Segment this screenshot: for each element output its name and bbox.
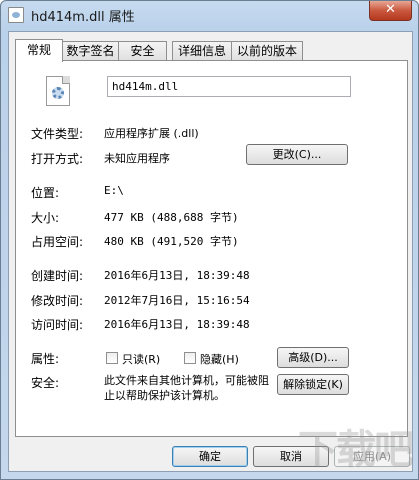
location-value: E:\ <box>104 184 124 197</box>
size-on-disk-label: 占用空间: <box>31 235 84 249</box>
tab-details[interactable]: 详细信息 <box>172 41 232 61</box>
tab-digital-signatures[interactable]: 数字签名 <box>62 41 119 61</box>
attributes-label: 属性: <box>31 352 60 366</box>
close-button[interactable]: ✕ <box>369 1 412 21</box>
security-warning-text: 此文件来自其他计算机，可能被阻止以帮助保护该计算机。 <box>104 374 269 402</box>
size-label: 大小: <box>31 211 60 225</box>
created-label: 创建时间: <box>31 269 84 283</box>
tab-previous-versions[interactable]: 以前的版本 <box>231 41 303 61</box>
created-value: 2016年6月13日, 18:39:48 <box>104 269 250 282</box>
change-button[interactable]: 更改(C)... <box>246 144 348 165</box>
apply-button[interactable]: 应用(A) <box>334 446 410 467</box>
ok-button[interactable]: 确定 <box>172 446 248 467</box>
title-bar[interactable]: hd414m.dll 属性 ✕ <box>1 1 418 29</box>
cancel-button[interactable]: 取消 <box>253 446 329 467</box>
general-tab-panel: hd414m.dll 文件类型: 应用程序扩展 (.dll) 打开方式: 未知应… <box>15 60 408 437</box>
file-type-label: 文件类型: <box>31 127 84 141</box>
size-value: 477 KB (488,688 字节) <box>104 211 239 224</box>
readonly-label[interactable]: 只读(R) <box>122 351 160 367</box>
location-label: 位置: <box>31 186 60 200</box>
tab-security[interactable]: 安全 <box>118 41 167 61</box>
divider <box>31 254 353 255</box>
divider <box>31 338 353 339</box>
divider <box>31 111 353 112</box>
hidden-label[interactable]: 隐藏(H) <box>200 351 239 367</box>
readonly-checkbox[interactable] <box>106 352 118 364</box>
properties-window: hd414m.dll 属性 ✕ 常规 数字签名 安全 详细信息 以前的版本 hd… <box>0 0 419 480</box>
file-type-value: 应用程序扩展 (.dll) <box>104 127 199 140</box>
open-with-value: 未知应用程序 <box>104 152 170 165</box>
gear-icon <box>52 87 64 99</box>
advanced-button[interactable]: 高级(D)... <box>277 347 349 368</box>
modified-label: 修改时间: <box>31 294 84 308</box>
accessed-value: 2016年6月13日, 18:39:48 <box>104 318 250 331</box>
accessed-label: 访问时间: <box>31 318 84 332</box>
hidden-checkbox[interactable] <box>184 352 196 364</box>
dialog-client-area: 常规 数字签名 安全 详细信息 以前的版本 hd414m.dll 文件类型: 应… <box>8 31 413 472</box>
modified-value: 2012年7月16日, 15:16:54 <box>104 294 250 307</box>
divider <box>31 172 353 173</box>
open-with-label: 打开方式: <box>31 152 84 166</box>
unblock-button[interactable]: 解除锁定(K) <box>277 374 349 395</box>
window-title: hd414m.dll 属性 <box>31 10 135 25</box>
dll-file-icon <box>46 76 70 106</box>
dll-file-icon <box>8 7 24 23</box>
security-label: 安全: <box>31 376 60 390</box>
file-name-field[interactable]: hd414m.dll <box>107 76 351 97</box>
size-on-disk-value: 480 KB (491,520 字节) <box>104 235 239 248</box>
tab-general[interactable]: 常规 <box>15 39 63 62</box>
